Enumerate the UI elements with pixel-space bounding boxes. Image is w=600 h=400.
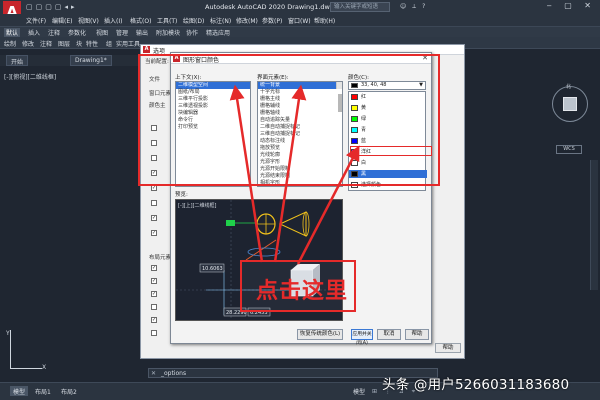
annotation-callout: 点击这里 [240,260,356,312]
annotation-arrow [296,145,360,265]
annotation-arrows [229,84,360,265]
annotation-arrow [229,84,264,263]
autocad-window: A ▢▢▢▢◂▸ Autodesk AutoCAD 2020 Drawing1.… [0,0,600,400]
annotation-callout-text: 点击这里 [256,279,349,304]
annotation-arrow [273,84,307,263]
watermark: 头条 @用户5266031183680 [382,377,570,393]
